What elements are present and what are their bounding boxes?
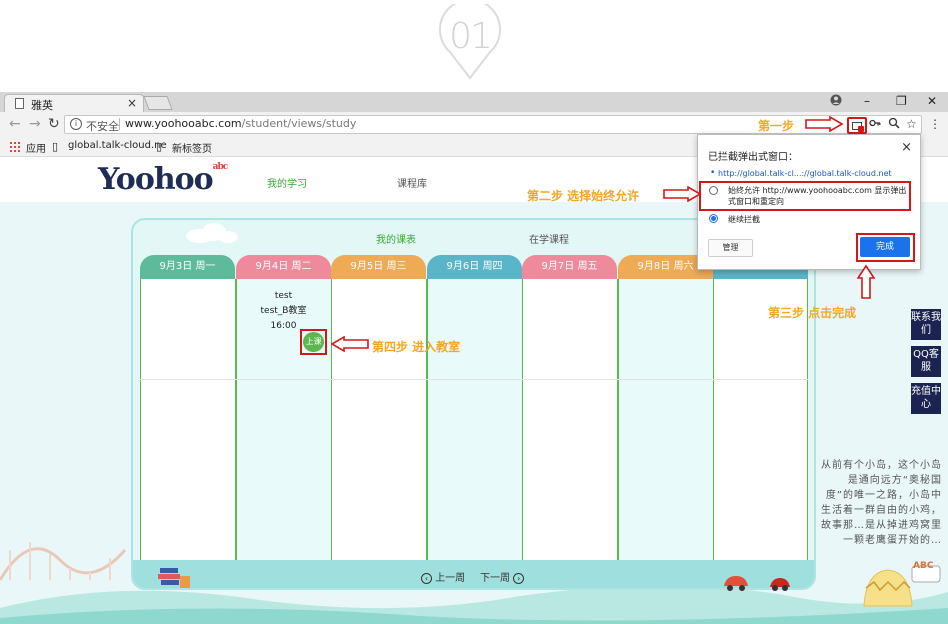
cloud-decoration bbox=[186, 223, 238, 243]
tab-my-schedule[interactable]: 我的课表 bbox=[376, 231, 416, 246]
back-arrow-icon[interactable]: ← bbox=[9, 116, 21, 132]
annotation-step3: 第三步 点击完成 bbox=[768, 306, 857, 320]
class-room: test_B教室 bbox=[260, 306, 307, 316]
day-header: 9月6日 周四 bbox=[427, 255, 522, 279]
tab-title: 雅英 bbox=[31, 99, 53, 112]
bookmark-talk-cloud[interactable]: global.talk-cloud.ne bbox=[68, 140, 167, 151]
day-header: 9月4日 周二 bbox=[236, 255, 331, 279]
grid-divider bbox=[140, 379, 808, 380]
day-column bbox=[713, 279, 808, 560]
step-number: 01 bbox=[449, 16, 493, 57]
qq-support-button[interactable]: QQ客服 bbox=[911, 346, 941, 377]
day-header: 9月7日 周五 bbox=[522, 255, 617, 279]
prev-week-label: 上一周 bbox=[435, 573, 466, 584]
nav-course-library[interactable]: 课程库 bbox=[397, 175, 427, 190]
url-text[interactable]: www.yoohooabc.com/student/views/study bbox=[125, 117, 356, 130]
arrow-right-icon bbox=[663, 186, 702, 202]
blocked-popup-link[interactable]: http://global.talk-cl...://global.talk-c… bbox=[718, 169, 892, 178]
tab-close-button[interactable]: × bbox=[127, 96, 137, 110]
url-host: www.yoohooabc.com bbox=[125, 117, 242, 130]
logo-badge: abc bbox=[212, 162, 229, 172]
minimize-button[interactable]: – bbox=[864, 94, 870, 108]
key-icon[interactable] bbox=[869, 117, 881, 132]
next-week-label: 下一周 bbox=[480, 573, 510, 584]
abc-sign-text: ABC bbox=[913, 561, 934, 571]
forward-arrow-icon[interactable]: → bbox=[29, 116, 41, 132]
always-allow-label[interactable]: 始终允许 http://www.yoohooabc.com 显示弹出式窗口和重定… bbox=[728, 185, 910, 207]
new-tab-button[interactable] bbox=[143, 96, 173, 110]
day-column bbox=[522, 279, 618, 560]
annotation-step1: 第一步 bbox=[758, 119, 795, 133]
day-header: 9月3日 周一 bbox=[140, 255, 235, 279]
enter-class-button[interactable]: 上课 bbox=[303, 332, 324, 352]
arrow-left-icon bbox=[330, 336, 369, 352]
prev-week-button[interactable]: ‹ 上一周 bbox=[421, 569, 465, 584]
step-number-badge: 01 bbox=[436, 0, 504, 80]
manage-button[interactable]: 管理 bbox=[708, 239, 753, 257]
annotation-step2: 第二步 选择始终允许 bbox=[527, 189, 640, 203]
bookmark-apps[interactable]: 应用 bbox=[26, 140, 46, 155]
class-entry: test test_B教室 16:00 bbox=[236, 289, 331, 334]
day-column bbox=[618, 279, 714, 560]
nav-my-learning[interactable]: 我的学习 bbox=[267, 175, 307, 190]
popup-blocked-icon[interactable] bbox=[847, 117, 867, 134]
annotation-step4: 第四步 进入教室 bbox=[372, 340, 461, 354]
menu-icon[interactable]: ⋮ bbox=[929, 117, 941, 131]
site-logo[interactable]: Yoohooabc bbox=[98, 162, 229, 197]
car-decoration bbox=[770, 578, 790, 591]
url-path: /student/views/study bbox=[241, 117, 357, 130]
zoom-icon[interactable] bbox=[888, 117, 900, 132]
dialog-close-button[interactable]: × bbox=[901, 140, 912, 155]
account-icon[interactable] bbox=[830, 94, 842, 109]
done-button[interactable]: 完成 bbox=[860, 237, 910, 257]
arrow-up-icon bbox=[857, 264, 875, 299]
dialog-title: 已拦截弹出式窗口： bbox=[708, 152, 798, 163]
page-icon bbox=[15, 98, 24, 109]
arrow-right-icon bbox=[805, 116, 844, 132]
bookmark-star-icon[interactable]: ☆ bbox=[906, 117, 917, 131]
chevron-left-icon: ‹ bbox=[421, 572, 432, 584]
logo-text: Yoohoo bbox=[98, 162, 214, 197]
info-icon[interactable]: i bbox=[70, 118, 82, 130]
page-icon: ▯ bbox=[156, 140, 163, 153]
day-column bbox=[331, 279, 427, 560]
contact-us-button[interactable]: 联系我们 bbox=[911, 309, 941, 340]
close-window-button[interactable]: ✕ bbox=[927, 94, 937, 108]
always-allow-radio[interactable] bbox=[709, 186, 718, 195]
car-decoration bbox=[724, 576, 748, 591]
tab-current-courses[interactable]: 在学课程 bbox=[529, 231, 569, 246]
bookmark-new-tab[interactable]: 新标签页 bbox=[172, 140, 212, 155]
divider bbox=[119, 118, 120, 130]
bullet: • bbox=[710, 168, 716, 178]
class-name: test bbox=[274, 291, 293, 301]
day-header: 9月5日 周三 bbox=[331, 255, 426, 279]
books-decoration bbox=[158, 568, 190, 588]
security-label: 不安全 bbox=[86, 120, 119, 133]
next-week-button[interactable]: 下一周 › bbox=[480, 569, 525, 584]
recharge-center-button[interactable]: 充值中心 bbox=[911, 383, 941, 414]
chevron-right-icon: › bbox=[513, 572, 525, 584]
roller-coaster-decoration bbox=[0, 542, 127, 581]
continue-block-label[interactable]: 继续拦截 bbox=[728, 214, 760, 225]
apps-icon[interactable] bbox=[10, 142, 20, 152]
day-column bbox=[140, 279, 236, 560]
story-text: 从前有个小岛，这个小岛是通向远方“奥秘国度”的唯一之路，小岛中生活着一群自由的小… bbox=[821, 460, 942, 546]
reload-icon[interactable]: ↻ bbox=[48, 116, 60, 132]
browser-tab[interactable]: 雅英 × bbox=[4, 94, 144, 112]
restore-button[interactable]: ❐ bbox=[896, 94, 907, 108]
continue-block-radio[interactable] bbox=[709, 214, 718, 223]
week-nav-bar bbox=[133, 560, 814, 588]
page-icon: ▯ bbox=[52, 140, 59, 153]
day-column bbox=[427, 279, 523, 560]
